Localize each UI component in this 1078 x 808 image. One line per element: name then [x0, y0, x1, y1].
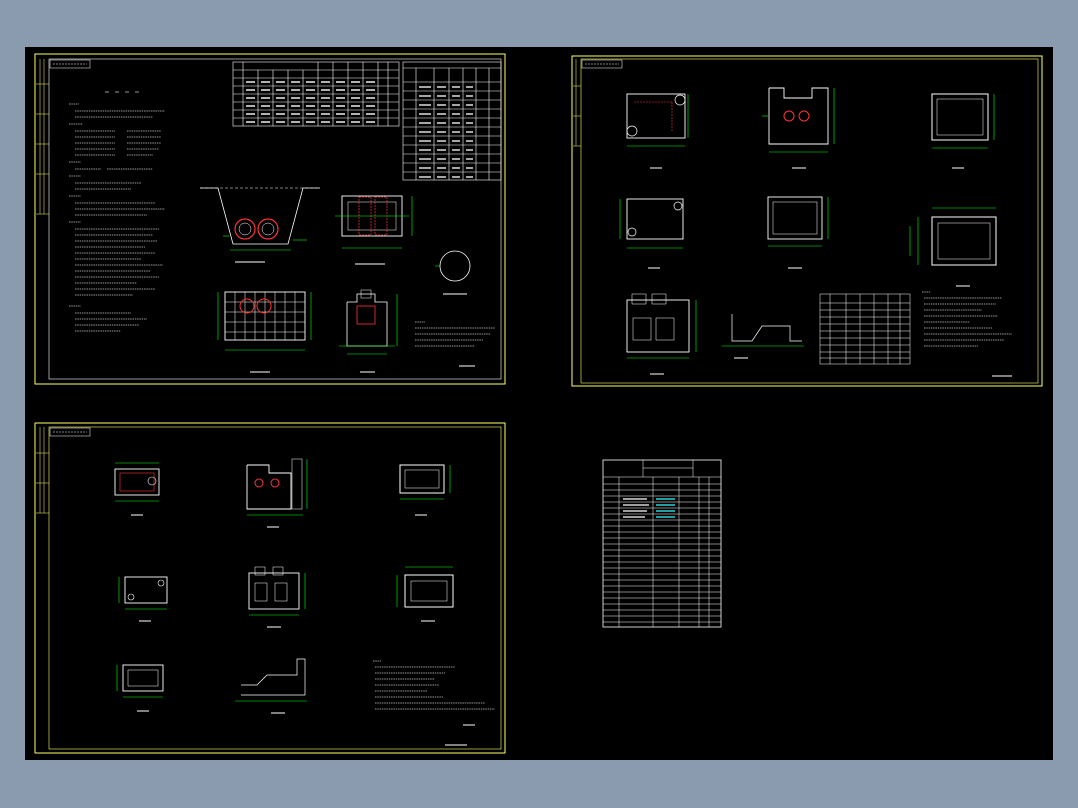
sheet-2-view-plan-2[interactable] [619, 198, 684, 269]
sheet-2-view-plan-4[interactable] [909, 207, 997, 287]
sheet-3-outer-frame [34, 422, 506, 754]
sheet-2-view-plan-1[interactable] [626, 93, 689, 169]
sheet-2-inner-frame [580, 58, 1039, 384]
sheet-1-well-plan[interactable] [335, 195, 413, 265]
sheet-1-rebar-plan[interactable] [217, 291, 312, 373]
sheet-2-binding-strip [573, 59, 581, 147]
sheet-3-view-plan-1[interactable] [114, 462, 160, 516]
cad-drawing-canvas[interactable] [25, 47, 1053, 760]
sheet-3-notes-text [373, 660, 495, 710]
sheet-1-material-table-values [419, 86, 473, 178]
sheet-2-view-detail[interactable] [722, 314, 804, 359]
sheet-2-view-section-1[interactable] [762, 87, 835, 169]
drawing-sheet-2[interactable] [571, 55, 1043, 387]
drawing-sheet-1[interactable] [34, 53, 506, 385]
sheet-2-view-cover-plan[interactable] [931, 93, 995, 169]
sheet-3-view-section-2[interactable] [248, 566, 306, 628]
sheet-1-note-box [415, 321, 495, 347]
sheet-2-notes-text [922, 291, 1012, 347]
sheet-1-material-table[interactable] [402, 61, 502, 181]
sheet-3-view-section-1[interactable] [246, 458, 308, 528]
sheet-1-binding-strip [36, 59, 49, 215]
drawing-sheet-3[interactable] [34, 422, 506, 754]
sheet-3-view-plan-3[interactable] [396, 566, 454, 622]
sheet-2-outer-frame [571, 55, 1043, 387]
sheet-1-dimension-table[interactable] [232, 61, 400, 127]
sheet-1-notes-text [69, 103, 165, 332]
sheet-1-well-section[interactable] [339, 289, 398, 373]
sheet-3-view-plan-4[interactable] [116, 664, 164, 712]
sheet-3-binding-strip [36, 427, 49, 514]
sheet-2-schedule-table[interactable] [819, 293, 911, 365]
sheet-1-trench-section[interactable] [200, 187, 320, 263]
sheet-3-view-cover-plan[interactable] [399, 464, 451, 516]
cad-model-space[interactable] [25, 47, 1053, 760]
sheet-1-circle-detail[interactable] [435, 250, 471, 295]
sheet-3-view-plan-2[interactable] [118, 576, 168, 622]
sheet-2-view-plan-3[interactable] [767, 196, 829, 269]
sheet-3-view-detail[interactable] [235, 658, 307, 714]
index-header [603, 460, 721, 478]
drawing-sheet-4-index[interactable] [602, 459, 722, 628]
sheet-2-view-section-2[interactable] [626, 293, 697, 375]
index-outer-frame [602, 459, 722, 628]
